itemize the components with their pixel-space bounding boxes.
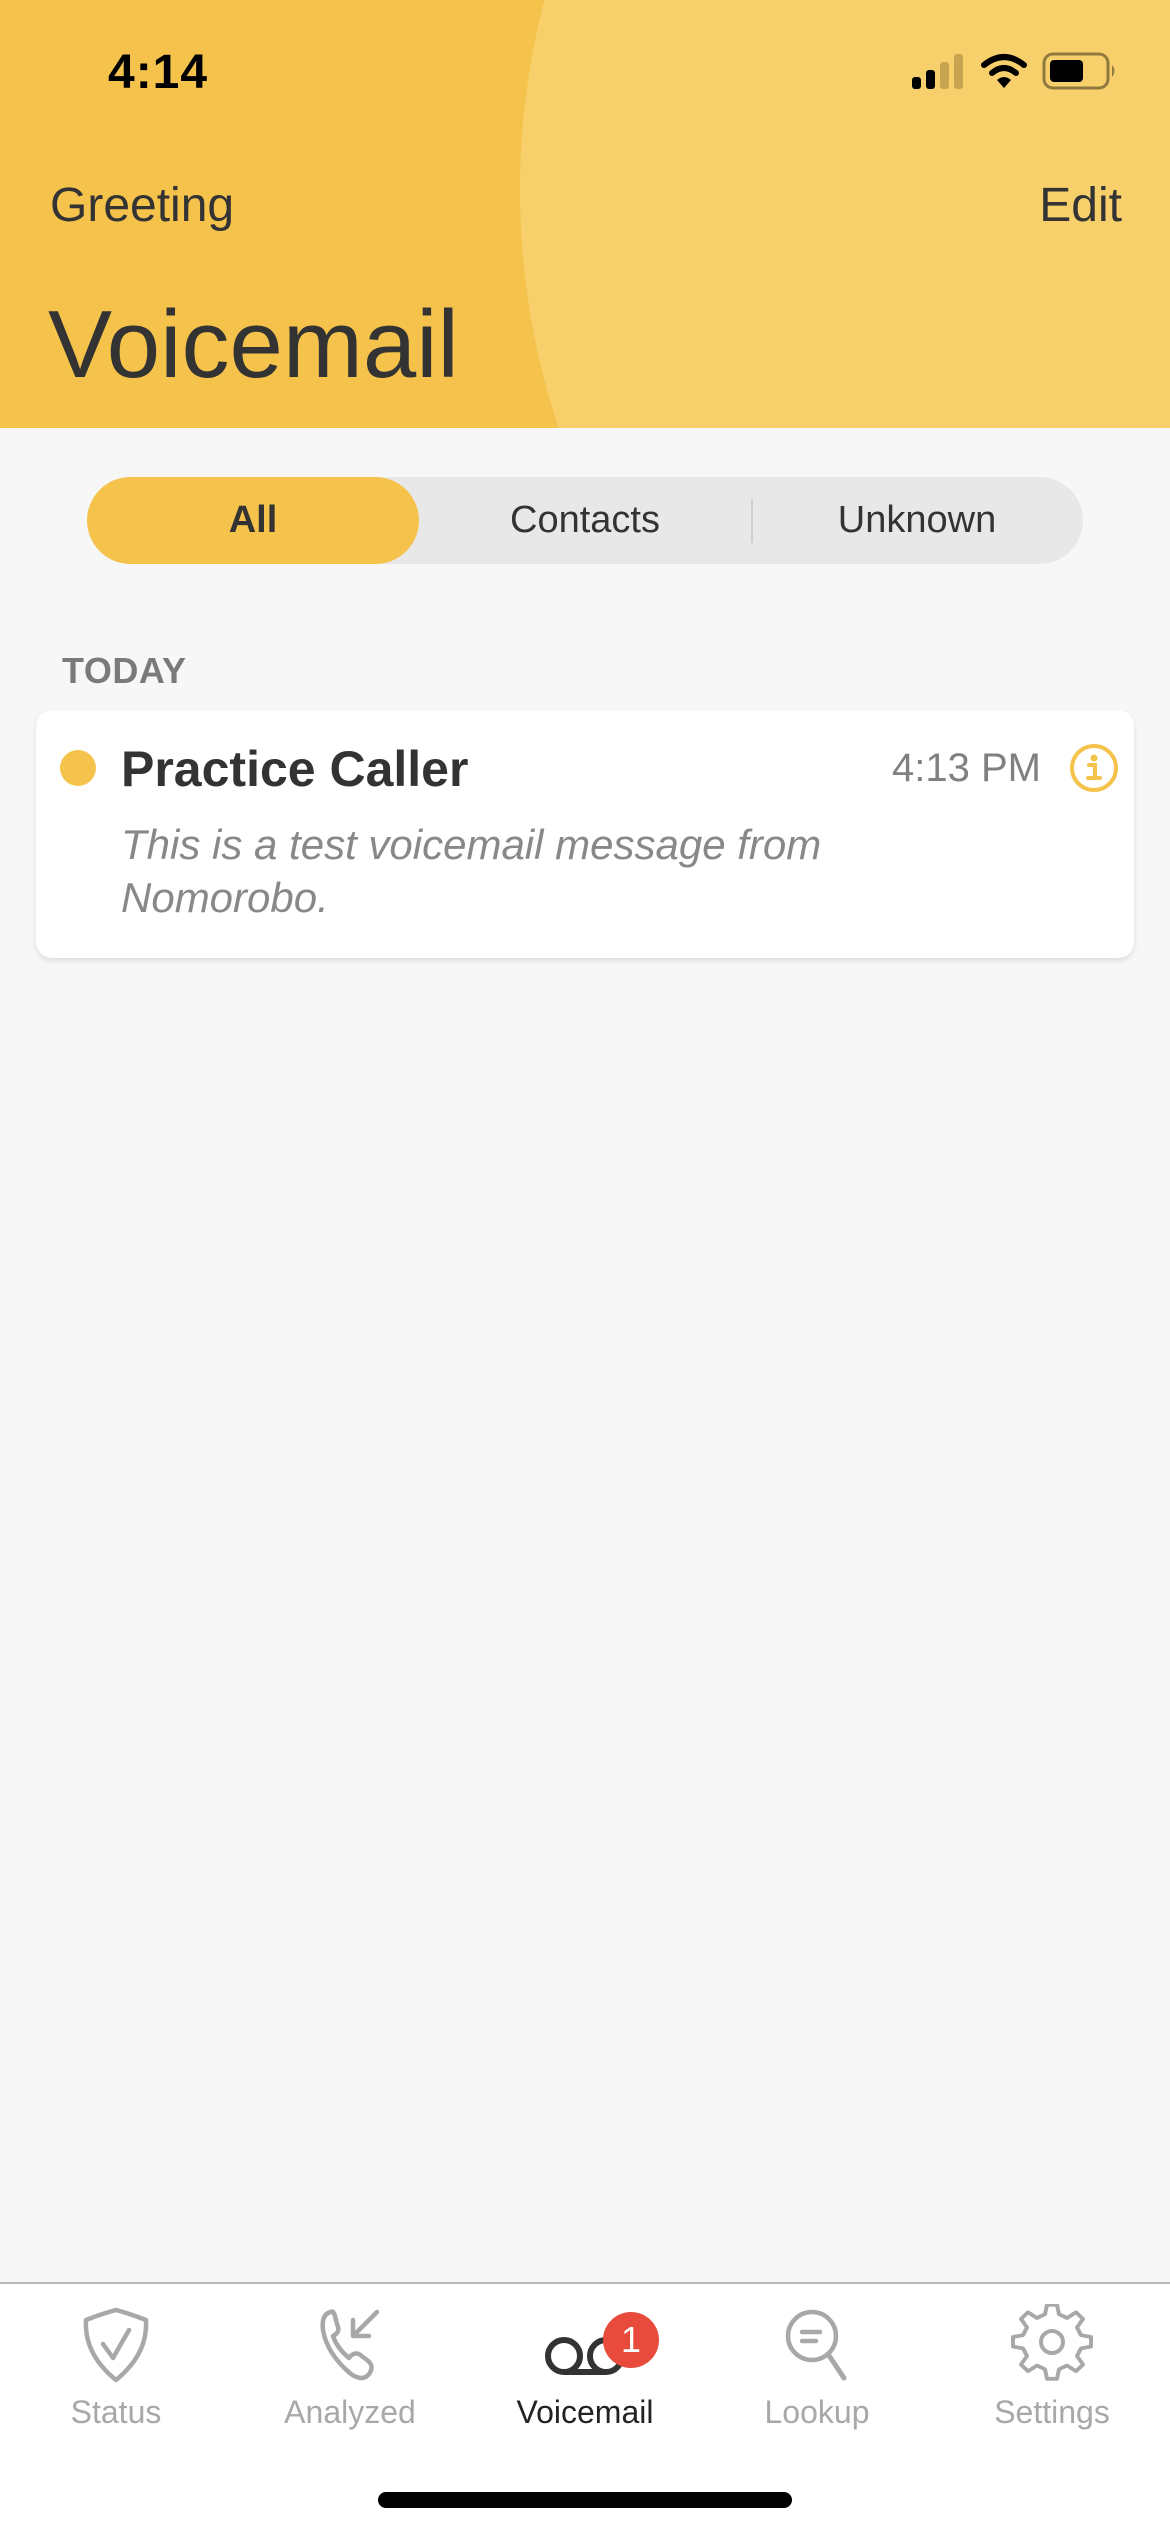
segment-all[interactable]: All bbox=[87, 477, 419, 564]
shield-check-icon bbox=[83, 2307, 149, 2383]
status-bar: 4:14 bbox=[0, 0, 1170, 150]
tab-label: Lookup bbox=[764, 2394, 870, 2430]
home-indicator[interactable] bbox=[378, 2492, 792, 2508]
unread-badge: 1 bbox=[603, 2312, 659, 2368]
greeting-button[interactable]: Greeting bbox=[50, 178, 234, 233]
page-title: Voicemail bbox=[48, 291, 459, 398]
segment-unknown[interactable]: Unknown bbox=[751, 477, 1083, 564]
segment-contacts[interactable]: Contacts bbox=[419, 477, 751, 564]
tab-lookup[interactable]: Lookup bbox=[717, 2304, 917, 2454]
tab-analyzed[interactable]: Analyzed bbox=[250, 2304, 450, 2454]
info-icon[interactable] bbox=[1068, 742, 1120, 794]
edit-button[interactable]: Edit bbox=[1039, 178, 1122, 233]
filter-segmented-control: All Contacts Unknown bbox=[87, 477, 1083, 564]
header: 4:14 Greeting Edit Voicemail bbox=[0, 0, 1170, 428]
cellular-signal-icon bbox=[912, 54, 963, 89]
wifi-icon bbox=[981, 54, 1027, 88]
tab-voicemail[interactable]: 1 Voicemail bbox=[485, 2304, 685, 2454]
gear-icon bbox=[1011, 2304, 1093, 2381]
status-time: 4:14 bbox=[108, 46, 209, 99]
section-header-today: TODAY bbox=[62, 650, 187, 691]
incoming-call-icon bbox=[320, 2309, 380, 2381]
battery-icon bbox=[1042, 52, 1115, 90]
voicemail-list-item[interactable]: Practice Caller 4:13 PM This is a test v… bbox=[36, 710, 1134, 958]
segment-divider bbox=[751, 499, 753, 543]
caller-name: Practice Caller bbox=[121, 741, 469, 797]
voicemail-transcript: This is a test voicemail message from No… bbox=[121, 821, 822, 921]
status-icons bbox=[910, 52, 1118, 90]
tab-label: Settings bbox=[994, 2394, 1110, 2430]
tab-label: Status bbox=[70, 2394, 162, 2430]
search-icon bbox=[785, 2309, 847, 2381]
tab-label: Analyzed bbox=[284, 2394, 416, 2430]
tab-status[interactable]: Status bbox=[16, 2304, 216, 2454]
voicemail-time: 4:13 PM bbox=[892, 746, 1041, 790]
unread-indicator bbox=[60, 750, 96, 786]
tab-label: Voicemail bbox=[516, 2394, 654, 2430]
tab-settings[interactable]: Settings bbox=[952, 2304, 1152, 2454]
